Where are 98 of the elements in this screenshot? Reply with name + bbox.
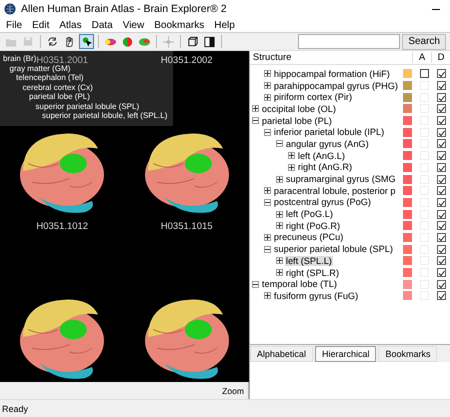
tree-item[interactable]: postcentral gyrus (PoG) xyxy=(272,197,372,208)
menu-item[interactable]: View xyxy=(118,20,148,30)
checkbox[interactable] xyxy=(437,174,446,184)
tree-item[interactable]: left (PoG.L) xyxy=(284,209,334,220)
expand-icon[interactable] xyxy=(276,210,283,218)
tree-item[interactable]: piriform cortex (Pir) xyxy=(272,92,354,102)
viewport-label: H0351.2002 xyxy=(160,55,213,66)
breadcrumb-item[interactable]: telencephalon (Tel) xyxy=(16,73,84,82)
expand-icon[interactable] xyxy=(264,234,271,241)
expand-icon[interactable] xyxy=(264,94,271,101)
tree-item[interactable]: parietal lobe (PL) xyxy=(260,116,333,126)
column-header[interactable]: Structure xyxy=(250,52,412,63)
tree-item[interactable]: supramarginal gyrus (SMG xyxy=(284,174,397,184)
checkbox[interactable] xyxy=(437,210,446,219)
zoom-label: Zoom xyxy=(222,386,244,396)
checkbox[interactable] xyxy=(437,151,446,160)
tree-item[interactable]: temporal lobe (TL) xyxy=(260,279,338,290)
menu-item[interactable]: Bookmarks xyxy=(150,20,208,30)
breadcrumb-item[interactable]: brain (Br) xyxy=(3,54,36,64)
tree-item[interactable]: hippocampal formation (HiF) xyxy=(272,68,391,79)
search-button[interactable]: Search xyxy=(402,34,446,50)
checkbox[interactable] xyxy=(437,232,446,242)
collapse-icon[interactable] xyxy=(276,140,283,148)
tab[interactable]: Alphabetical xyxy=(250,346,313,362)
tree-item[interactable]: right (AnG.R) xyxy=(296,162,354,172)
collapse-icon[interactable] xyxy=(252,280,259,288)
brain-viewer[interactable] xyxy=(0,51,249,382)
tab[interactable]: Hierarchical xyxy=(314,346,376,362)
checkbox[interactable] xyxy=(437,92,446,102)
breadcrumb-item[interactable]: gray matter (GM) xyxy=(10,64,70,73)
checkbox[interactable] xyxy=(437,128,446,137)
breadcrumb-item[interactable]: superior parietal lobule (SPL) xyxy=(36,102,140,111)
breadcrumb-item[interactable]: parietal lobe (PL) xyxy=(29,92,90,102)
viewport-label: H0351.2001 xyxy=(36,55,88,66)
column-header[interactable]: A xyxy=(412,52,431,63)
checkbox[interactable] xyxy=(437,244,446,254)
expand-icon[interactable] xyxy=(288,164,295,171)
pointer-icon[interactable] xyxy=(80,34,93,48)
tree-item[interactable]: parahippocampal gyrus (PHG) xyxy=(272,80,399,91)
checkbox[interactable] xyxy=(437,280,446,289)
expand-icon[interactable] xyxy=(276,176,283,183)
checkbox[interactable] xyxy=(437,162,446,172)
column-header[interactable]: D xyxy=(431,52,450,63)
tree-item[interactable]: left (SPL.L) xyxy=(284,256,333,266)
expand-icon[interactable] xyxy=(264,70,271,78)
viewport-label: H0351.1012 xyxy=(36,220,88,232)
breadcrumb-item[interactable]: superior parietal lobule, left (SPL.L) xyxy=(42,111,168,120)
breadcrumb-item[interactable]: cerebral cortex (Cx) xyxy=(22,82,93,92)
tab[interactable]: Bookmarks xyxy=(378,346,438,362)
cube-icon[interactable] xyxy=(186,34,199,48)
menu-item[interactable]: Help xyxy=(210,20,239,30)
expand-icon[interactable] xyxy=(264,292,271,300)
expand-icon[interactable] xyxy=(288,152,295,160)
tree-item[interactable]: right (PoG.R) xyxy=(284,220,342,231)
checkbox[interactable] xyxy=(437,221,446,230)
checkbox[interactable] xyxy=(437,139,446,148)
expand-icon[interactable] xyxy=(276,269,283,276)
tree-item[interactable]: angular gyrus (AnG) xyxy=(284,138,370,149)
tree-item[interactable]: precuneus (PCu) xyxy=(272,232,344,242)
tree-item[interactable]: inferior parietal lobule (IPL) xyxy=(272,127,386,138)
menu-item[interactable]: Atlas xyxy=(55,20,86,30)
tree-item[interactable]: paracentral lobule, posterior p xyxy=(272,186,396,196)
checkbox[interactable] xyxy=(437,256,446,266)
expand-icon[interactable] xyxy=(264,187,271,194)
menu-item[interactable]: Edit xyxy=(28,20,54,30)
tree-item[interactable]: right (SPL.R) xyxy=(284,268,340,278)
checkbox[interactable] xyxy=(437,104,446,114)
checkbox[interactable] xyxy=(437,291,446,300)
expand-icon[interactable] xyxy=(276,222,283,230)
collapse-icon[interactable] xyxy=(252,117,259,124)
panel-icon[interactable] xyxy=(203,34,216,48)
checkbox[interactable] xyxy=(420,69,429,78)
expand-icon[interactable] xyxy=(276,257,283,264)
checkbox[interactable] xyxy=(437,198,446,207)
globe-logo-icon xyxy=(4,3,16,15)
collapse-icon[interactable] xyxy=(264,246,271,253)
checkbox[interactable] xyxy=(437,81,446,90)
window-title: Allen Human Brain Atlas - Brain Explorer® 2 xyxy=(21,3,228,15)
checkbox[interactable] xyxy=(437,69,446,78)
checkbox[interactable] xyxy=(437,186,446,196)
menu-item[interactable]: Data xyxy=(88,20,117,30)
checkbox[interactable] xyxy=(437,116,446,126)
tree-item[interactable]: occipital lobe (OL) xyxy=(260,104,337,114)
minimize-icon[interactable] xyxy=(432,8,440,10)
brain-icon[interactable] xyxy=(121,34,134,48)
status-text: Ready xyxy=(2,404,28,414)
menu-item[interactable]: File xyxy=(2,20,26,30)
viewport-label: H0351.1015 xyxy=(160,220,213,232)
expand-icon[interactable] xyxy=(252,105,259,112)
collapse-icon[interactable] xyxy=(264,198,271,206)
tree-item[interactable]: fusiform gyrus (FuG) xyxy=(272,290,360,301)
rotate-icon[interactable] xyxy=(46,34,59,48)
tree-item[interactable]: superior parietal lobule (SPL) xyxy=(272,244,394,254)
expand-icon[interactable] xyxy=(264,82,271,90)
tree-item[interactable]: left (AnG.L) xyxy=(296,150,346,161)
collapse-icon[interactable] xyxy=(264,128,271,136)
search-field[interactable] xyxy=(298,34,400,49)
checkbox[interactable] xyxy=(437,268,446,278)
